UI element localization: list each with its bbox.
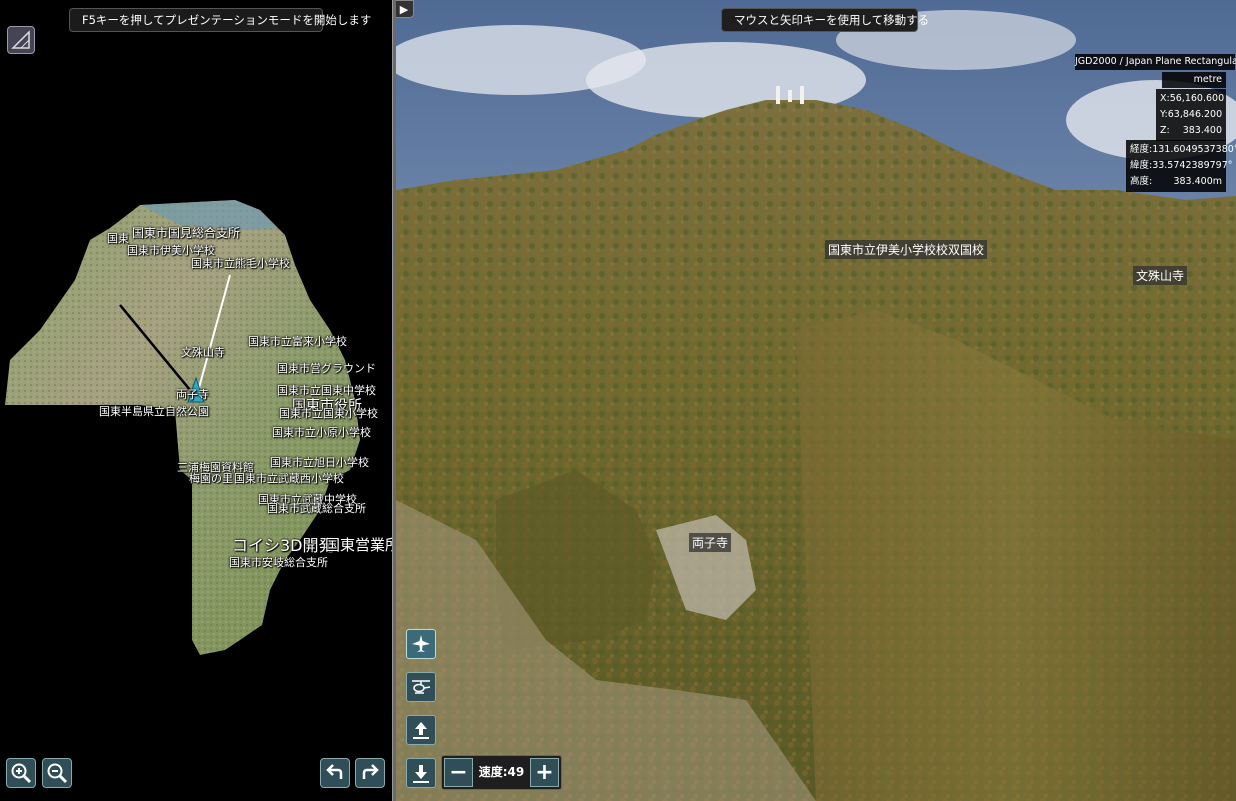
- map-label: 国東市立小原小学校: [272, 426, 371, 439]
- move-down-icon: [413, 765, 429, 783]
- descend-button[interactable]: [406, 758, 436, 788]
- map-pane[interactable]: 国東 国東市国見総合支所 国東市伊美小学校 国東市立熊毛小学校 国東市立富来小学…: [0, 0, 392, 801]
- helicopter-icon: [412, 680, 431, 694]
- ascend-button[interactable]: [406, 715, 436, 745]
- lon-value: 131.6049537380°: [1152, 144, 1236, 155]
- map-label: 国東営業所: [325, 536, 392, 554]
- speed-decrease-button[interactable]: −: [444, 758, 473, 787]
- x-label: X:: [1160, 93, 1170, 104]
- y-label: Y:: [1160, 109, 1168, 120]
- y-value: 63,846.200: [1167, 109, 1223, 120]
- move-up-icon: [413, 722, 429, 739]
- map-label: コイシ3D開発: [232, 536, 335, 555]
- map-label: 国東市国見総合支所: [132, 226, 241, 240]
- scene-label-temple[interactable]: 両子寺: [689, 533, 732, 552]
- lon-label: 経度:: [1130, 144, 1153, 155]
- zoom-out-icon: [47, 763, 68, 784]
- draw-tool-icon: [11, 30, 30, 49]
- redo-arrow-icon: [362, 764, 379, 779]
- panel-toggle-arrows[interactable]: ◀ ▶: [396, 0, 414, 18]
- navigation-hint: マウスと矢印キーを使用して移動する: [721, 8, 929, 32]
- scene-label-temple[interactable]: 文殊山寺: [1133, 266, 1188, 285]
- x-value: 56,160.600: [1169, 93, 1225, 104]
- zoom-in-button[interactable]: [6, 758, 36, 788]
- zoom-out-button[interactable]: [42, 758, 72, 788]
- map-label: 国東半島県立自然公園: [99, 405, 209, 418]
- airplane-icon: [412, 635, 430, 652]
- lat-value: 33.5742389797°: [1152, 160, 1233, 171]
- map-label: 両子寺: [176, 388, 209, 401]
- helicopter-mode-button[interactable]: [406, 672, 436, 702]
- map-label: 国東市立武蔵西小学校: [234, 472, 344, 485]
- unit-label: metre: [1162, 72, 1226, 88]
- map-label: 国東市武蔵総合支所: [267, 502, 366, 515]
- map-label: 国東: [107, 232, 129, 245]
- map-label: 国東市安岐総合支所: [229, 556, 328, 569]
- airplane-mode-button[interactable]: [406, 629, 436, 659]
- z-value: 383.400: [1182, 125, 1222, 136]
- map-label: 国東市立旭日小学校: [270, 456, 369, 469]
- map-label: 梅園の里: [189, 472, 233, 485]
- map-label: 文殊山寺: [181, 346, 225, 359]
- forward-button[interactable]: [355, 758, 385, 788]
- speed-control: − 速度:49 +: [441, 755, 562, 790]
- scene-view[interactable]: ◀ ▶ マウスと矢印キーを使用して移動する 国東市立伊美小学校校双国校 文殊山寺…: [396, 0, 1236, 801]
- map-label: 国東市立富来小学校: [248, 335, 347, 348]
- map-label: 国東市営グラウンド: [277, 362, 376, 375]
- zoom-in-icon: [11, 763, 32, 784]
- xyz-readout: X: 56,160.600 Y: 63,846.200 Z: 383.400: [1156, 89, 1226, 141]
- terrain-3d-view: [396, 0, 1236, 801]
- alt-value: 383.400m: [1173, 176, 1222, 187]
- geo-readout: 経度: 131.6049537380° 緯度: 33.5742389797° 高度:…: [1126, 140, 1236, 192]
- crs-name: JGD2000 / Japan Plane Rectangular CS II: [1075, 54, 1236, 70]
- presentation-mode-hint: F5キーを押してプレゼンテーションモードを開始します: [69, 8, 371, 32]
- undo-arrow-icon: [326, 764, 343, 779]
- alt-label: 高度:: [1130, 176, 1153, 187]
- speed-value: 速度:49: [478, 765, 525, 779]
- scene-label-school[interactable]: 国東市立伊美小学校校双国校: [825, 240, 988, 259]
- map-label: 国東市立熊毛小学校: [191, 257, 290, 270]
- speed-increase-button[interactable]: +: [530, 758, 559, 787]
- z-label: Z:: [1160, 125, 1170, 136]
- draw-tool-button[interactable]: [7, 26, 35, 54]
- map-label: 国東市立国東小学校: [279, 407, 378, 420]
- back-button[interactable]: [320, 758, 350, 788]
- nav-right-icon[interactable]: ▶: [396, 1, 413, 17]
- lat-label: 緯度:: [1130, 160, 1153, 171]
